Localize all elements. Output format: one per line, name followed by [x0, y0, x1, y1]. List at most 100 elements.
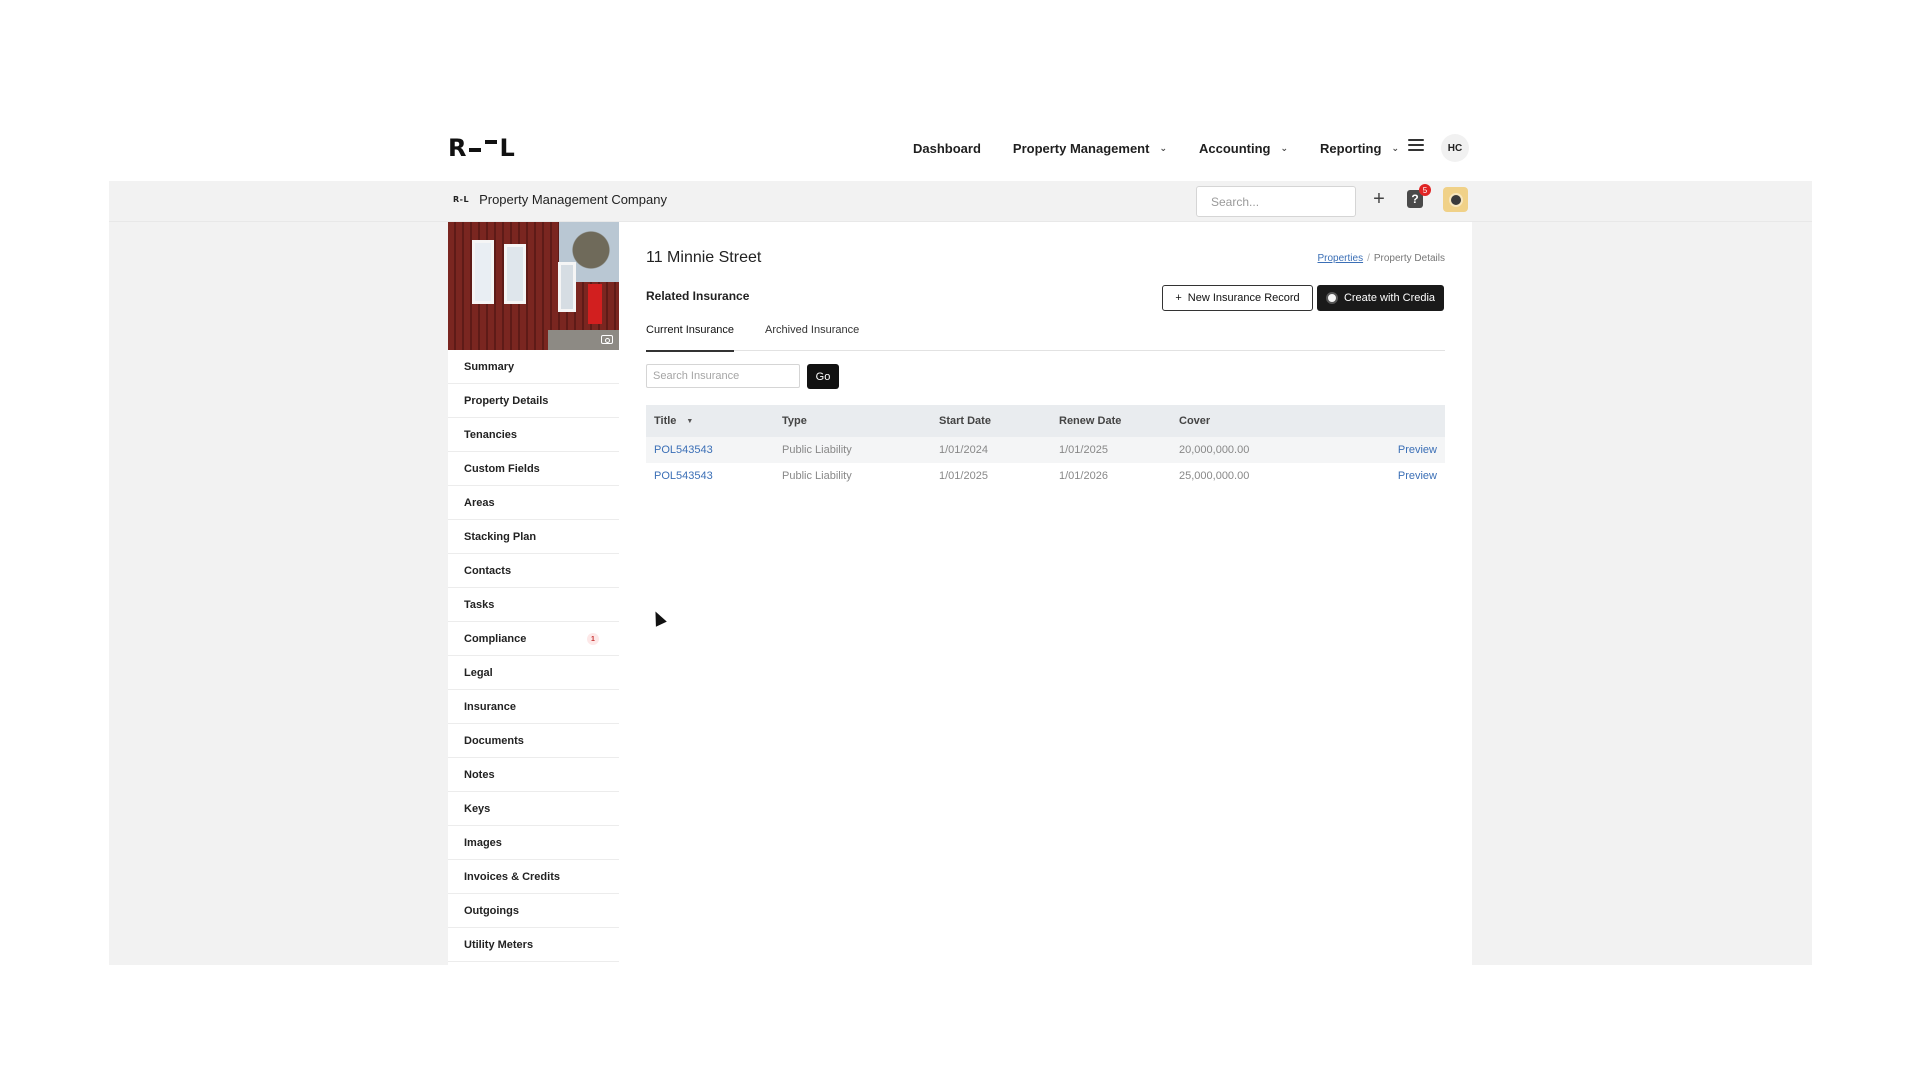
- sidebar-item-legal[interactable]: Legal: [448, 656, 619, 690]
- policy-link[interactable]: POL543543: [654, 470, 713, 482]
- property-photo[interactable]: [448, 222, 619, 350]
- nav-label: Reporting: [1320, 140, 1382, 156]
- hamburger-menu-icon[interactable]: [1408, 139, 1424, 151]
- sidebar-item-outgoings[interactable]: Outgoings: [448, 894, 619, 928]
- sidebar-item-label: Keys: [464, 802, 491, 815]
- breadcrumb: Properties / Property Details: [1309, 253, 1446, 264]
- sidebar-item-label: Stacking Plan: [464, 530, 537, 543]
- header-start-date: Start Date: [939, 415, 991, 427]
- photo-door: [588, 284, 602, 324]
- table-row: POL543543 Public Liability 1/01/2025 1/0…: [646, 463, 1445, 489]
- nav-label: Accounting: [1199, 140, 1271, 156]
- cell-cover: 20,000,000.00: [1179, 444, 1250, 456]
- tab-current-insurance[interactable]: Current Insurance: [646, 322, 735, 352]
- breadcrumb-separator: /: [1367, 253, 1370, 264]
- logo-dash: [469, 148, 482, 152]
- sidebar-item-label: Insurance: [464, 700, 516, 713]
- sidebar-item-areas[interactable]: Areas: [448, 486, 619, 520]
- sidebar-item-images[interactable]: Images: [448, 826, 619, 860]
- cell-cover: 25,000,000.00: [1179, 470, 1250, 482]
- sidebar-item-property-details[interactable]: Property Details: [448, 384, 619, 418]
- sidebar-item-utility-meters[interactable]: Utility Meters: [448, 928, 619, 962]
- chevron-down-icon: ⌄: [1280, 142, 1289, 153]
- cell-type: Public Liability: [782, 470, 852, 482]
- preview-link[interactable]: Preview: [1398, 470, 1437, 482]
- hamburger-line: [1408, 139, 1424, 141]
- user-avatar[interactable]: HC: [1441, 134, 1469, 162]
- property-sidebar: Summary Property Details Tenancies Custom F…: [448, 222, 619, 965]
- photo-window: [504, 244, 526, 304]
- sidebar-item-label: Custom Fields: [464, 462, 540, 475]
- sidebar-item-label: Outgoings: [464, 904, 519, 917]
- plus-icon[interactable]: +: [1369, 189, 1389, 209]
- sidebar-item-label: Utility Meters: [464, 938, 534, 951]
- sidebar-item-notes[interactable]: Notes: [448, 758, 619, 792]
- company-switcher[interactable]: R-L Property Management Company: [453, 192, 667, 207]
- sidebar-item-label: Tenancies: [464, 428, 517, 441]
- sidebar-item-tasks[interactable]: Tasks: [448, 588, 619, 622]
- cell-start-date: 1/01/2024: [939, 444, 988, 456]
- sidebar-item-summary[interactable]: Summary: [448, 350, 619, 384]
- sidebar-item-stacking-plan[interactable]: Stacking Plan: [448, 520, 619, 554]
- breadcrumb-link-properties[interactable]: Properties: [1318, 253, 1364, 264]
- app-logo[interactable]: R L: [448, 134, 516, 162]
- new-insurance-record-button[interactable]: + New Insurance Record: [1162, 285, 1313, 311]
- insurance-tabs: Current Insurance Archived Insurance: [646, 322, 1445, 352]
- cell-type: Public Liability: [782, 444, 852, 456]
- plus-icon: +: [1175, 292, 1182, 304]
- sidebar-item-label: Invoices & Credits: [464, 870, 560, 883]
- sidebar-item-label: Areas: [464, 496, 495, 509]
- logo-letter-left: R: [448, 134, 468, 162]
- sidebar-item-insurance[interactable]: Insurance: [448, 690, 619, 724]
- header-title[interactable]: Title ▼: [646, 415, 782, 427]
- sidebar-item-label: Documents: [464, 734, 524, 747]
- table-row: POL543543 Public Liability 1/01/2024 1/0…: [646, 437, 1445, 463]
- cell-start-date: 1/01/2025: [939, 470, 988, 482]
- go-button[interactable]: Go: [807, 364, 839, 389]
- button-label: Create with Credia: [1343, 292, 1436, 304]
- credia-icon-inner: [1448, 192, 1463, 207]
- app-root: R L Dashboard Property Management ⌄ Acco…: [0, 0, 1920, 1080]
- sidebar-list: Summary Property Details Tenancies Custom F…: [448, 350, 619, 962]
- company-logo: R-L: [453, 195, 470, 204]
- photo-window: [558, 262, 576, 312]
- sidebar-item-tenancies[interactable]: Tenancies: [448, 418, 619, 452]
- page-title: 11 Minnie Street: [646, 249, 762, 266]
- nav-dashboard[interactable]: Dashboard: [913, 141, 981, 156]
- sidebar-item-label: Images: [464, 836, 502, 849]
- sidebar-item-contacts[interactable]: Contacts: [448, 554, 619, 588]
- header-cover: Cover: [1179, 415, 1211, 427]
- photo-tree: [571, 222, 611, 292]
- company-name: Property Management Company: [479, 192, 667, 207]
- sidebar-count-badge: 1: [587, 633, 599, 645]
- button-label: New Insurance Record: [1187, 292, 1300, 304]
- nav-reporting[interactable]: Reporting ⌄: [1320, 141, 1399, 156]
- preview-link[interactable]: Preview: [1398, 444, 1437, 456]
- create-with-credia-button[interactable]: Create with Credia: [1317, 285, 1444, 311]
- search-insurance-input[interactable]: [646, 364, 800, 388]
- sidebar-item-custom-fields[interactable]: Custom Fields: [448, 452, 619, 486]
- sidebar-item-documents[interactable]: Documents: [448, 724, 619, 758]
- logo-dash: [485, 140, 498, 144]
- camera-icon[interactable]: [601, 335, 613, 344]
- header-label: Title: [654, 415, 677, 427]
- sidebar-item-compliance[interactable]: Compliance 1: [448, 622, 619, 656]
- breadcrumb-current: Property Details: [1373, 253, 1445, 264]
- credia-icon[interactable]: [1443, 187, 1468, 212]
- policy-link[interactable]: POL543543: [654, 444, 713, 456]
- sidebar-item-invoices-and-credits[interactable]: Invoices & Credits: [448, 860, 619, 894]
- nav-label: Dashboard: [913, 140, 981, 156]
- hamburger-line: [1408, 144, 1424, 146]
- tab-archived-insurance[interactable]: Archived Insurance: [765, 322, 859, 351]
- sidebar-item-keys[interactable]: Keys: [448, 792, 619, 826]
- nav-accounting[interactable]: Accounting ⌄: [1199, 141, 1288, 156]
- sort-icon[interactable]: ▼: [686, 418, 693, 425]
- subheader-bar: [109, 181, 1812, 222]
- global-search-input[interactable]: [1196, 186, 1356, 217]
- sidebar-item-label: Contacts: [464, 564, 512, 577]
- sidebar-item-label: Notes: [464, 768, 495, 781]
- logo-letter-right: L: [499, 134, 516, 162]
- sidebar-item-label: Property Details: [464, 394, 549, 407]
- nav-property-management[interactable]: Property Management ⌄: [1013, 141, 1167, 156]
- nav-links: Dashboard Property Management ⌄ Accounti…: [913, 136, 1431, 160]
